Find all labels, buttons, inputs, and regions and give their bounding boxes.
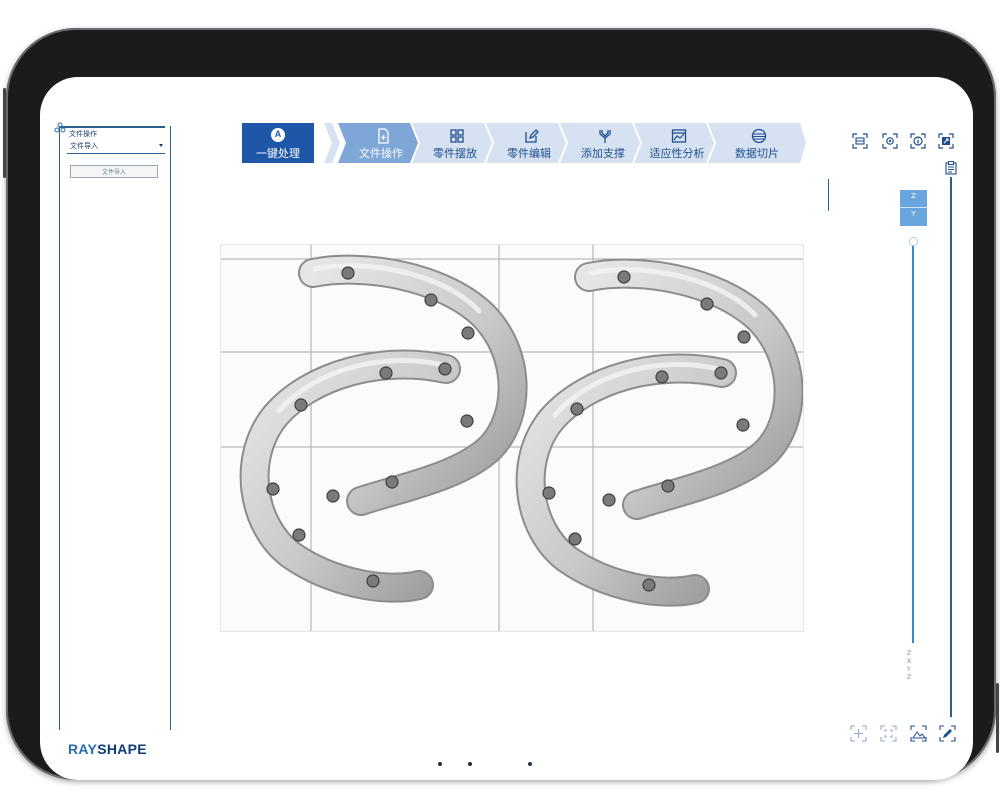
panel-settings-icon[interactable] bbox=[54, 122, 66, 134]
tab-label: 适应性分析 bbox=[649, 147, 705, 160]
move-icon[interactable] bbox=[850, 725, 867, 742]
viewport-marker bbox=[828, 179, 829, 211]
dental-model-right bbox=[515, 258, 804, 607]
file-add-icon bbox=[378, 128, 389, 144]
axis-z-label[interactable]: Z bbox=[900, 192, 927, 200]
tab-part-placement[interactable]: 零件摆放 bbox=[412, 123, 492, 163]
side-button bbox=[3, 88, 6, 178]
device-bottom-sensors bbox=[428, 762, 548, 770]
analysis-icon bbox=[671, 129, 687, 143]
tab-label: 零件摆放 bbox=[433, 147, 477, 160]
axis-y-label[interactable]: Y bbox=[900, 210, 927, 218]
fit-view-icon[interactable] bbox=[880, 725, 897, 742]
file-operation-select[interactable]: 文件导入 bbox=[67, 139, 165, 154]
slider-values: Z X Y Z bbox=[907, 650, 912, 681]
tab-file-operation[interactable]: 文件操作 bbox=[338, 123, 418, 163]
tab-adaptability-analysis[interactable]: 适应性分析 bbox=[634, 123, 714, 163]
tab-label: 数据切片 bbox=[735, 147, 779, 160]
tab-label: 零件编辑 bbox=[507, 147, 551, 160]
left-panel bbox=[59, 126, 171, 730]
print-view-icon[interactable] bbox=[852, 133, 868, 149]
select-value: 文件导入 bbox=[70, 142, 98, 150]
model-viewport[interactable] bbox=[220, 244, 804, 632]
export-icon[interactable] bbox=[938, 133, 954, 149]
panel-title: 文件操作 bbox=[69, 130, 97, 138]
side-button bbox=[996, 683, 999, 753]
clipboard-icon[interactable] bbox=[945, 161, 957, 175]
layer-slider-track[interactable] bbox=[912, 243, 914, 643]
axis-divider bbox=[900, 207, 927, 208]
tablet-frame: 文件操作 文件导入 文件导入 RAYSHAPE A 一键处理 文件操作 零件摆放… bbox=[3, 28, 999, 780]
app-screen: 文件操作 文件导入 文件导入 RAYSHAPE A 一键处理 文件操作 零件摆放… bbox=[40, 77, 973, 780]
edit-icon bbox=[525, 129, 539, 143]
tab-label: 添加支撑 bbox=[581, 147, 625, 160]
build-plate-scene bbox=[221, 245, 804, 631]
tab-add-support[interactable]: 添加支撑 bbox=[560, 123, 640, 163]
rayshape-logo: RAYSHAPE bbox=[68, 741, 147, 757]
tab-part-edit[interactable]: 零件编辑 bbox=[486, 123, 566, 163]
grid-icon bbox=[450, 129, 464, 143]
workflow-toolbar: A 一键处理 文件操作 零件摆放 零件编辑 添加支撑 适应性分析 数据切片 bbox=[242, 123, 807, 163]
axis-selector[interactable]: Z Y bbox=[900, 190, 927, 226]
pen-tool-icon[interactable] bbox=[939, 725, 956, 742]
info-icon[interactable] bbox=[910, 133, 926, 149]
import-file-button-label: 文件导入 bbox=[101, 169, 126, 176]
settings-view-icon[interactable] bbox=[882, 133, 898, 149]
import-file-button[interactable]: 文件导入 bbox=[70, 165, 158, 178]
image-view-icon[interactable] bbox=[910, 725, 927, 742]
tab-label: 文件操作 bbox=[359, 147, 403, 160]
tab-data-slicing[interactable]: 数据切片 bbox=[714, 123, 794, 163]
support-icon bbox=[599, 130, 611, 143]
right-panel-divider bbox=[950, 177, 952, 717]
layer-slider-handle[interactable] bbox=[909, 237, 918, 246]
slice-icon bbox=[751, 128, 767, 144]
chevron-down-icon bbox=[159, 144, 163, 147]
dental-model-left bbox=[239, 254, 528, 603]
